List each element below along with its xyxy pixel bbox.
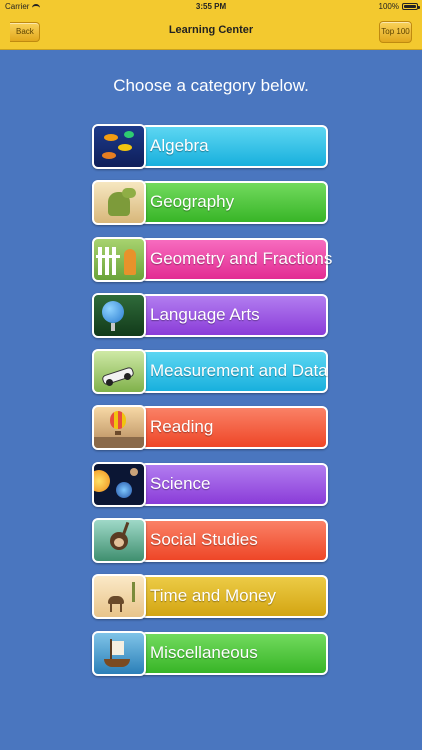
car-icon [92, 349, 146, 395]
battery-icon [402, 3, 420, 10]
planets-icon [92, 461, 146, 507]
category-list: Algebra Geography Geometry and Fractions… [92, 124, 332, 687]
category-label: Algebra [150, 136, 209, 155]
category-button-measurement-and-data[interactable]: Measurement and Data [92, 349, 328, 395]
category-button-language-arts[interactable]: Language Arts [92, 292, 328, 338]
camel-desert-icon [92, 574, 146, 620]
category-button-social-studies[interactable]: Social Studies [92, 518, 328, 564]
category-prompt: Choose a category below. [113, 76, 309, 95]
monkey-icon [92, 518, 146, 564]
category-button-reading[interactable]: Reading [92, 405, 328, 451]
category-label: Language Arts [150, 304, 260, 324]
category-label: Time and Money [150, 586, 276, 606]
category-button-geography[interactable]: Geography [92, 180, 328, 226]
navigation-bar: Back Learning Center Top 100 [0, 14, 422, 50]
category-label: Reading [150, 417, 214, 437]
category-button-science[interactable]: Science [92, 461, 328, 507]
category-button-algebra[interactable]: Algebra [92, 124, 328, 169]
hot-air-balloon-icon [92, 405, 146, 451]
category-button-geometry-and-fractions[interactable]: Geometry and Fractions [92, 236, 332, 282]
fish-reef-icon [92, 124, 146, 169]
dinosaur-icon [92, 180, 146, 226]
status-bar: Carrier 3:55 PM 100% [0, 0, 422, 14]
page-title: Learning Center [168, 24, 254, 36]
category-label: Geography [150, 192, 235, 212]
category-label: Science [150, 473, 211, 493]
category-button-time-and-money[interactable]: Time and Money [92, 574, 328, 620]
battery-percent: 100% [378, 2, 399, 11]
category-label: Measurement and Data [150, 361, 328, 381]
status-time: 3:55 PM [195, 2, 227, 11]
battery-indicator: 100% [378, 2, 420, 11]
top-100-button[interactable]: Top 100 [379, 21, 412, 43]
ship-icon [92, 630, 146, 676]
globe-icon [92, 292, 146, 338]
category-label: Miscellaneous [150, 642, 258, 662]
giraffe-fence-icon [92, 236, 146, 282]
category-label: Social Studies [150, 530, 258, 550]
category-label: Geometry and Fractions [150, 248, 333, 268]
category-button-miscellaneous[interactable]: Miscellaneous [92, 630, 328, 676]
